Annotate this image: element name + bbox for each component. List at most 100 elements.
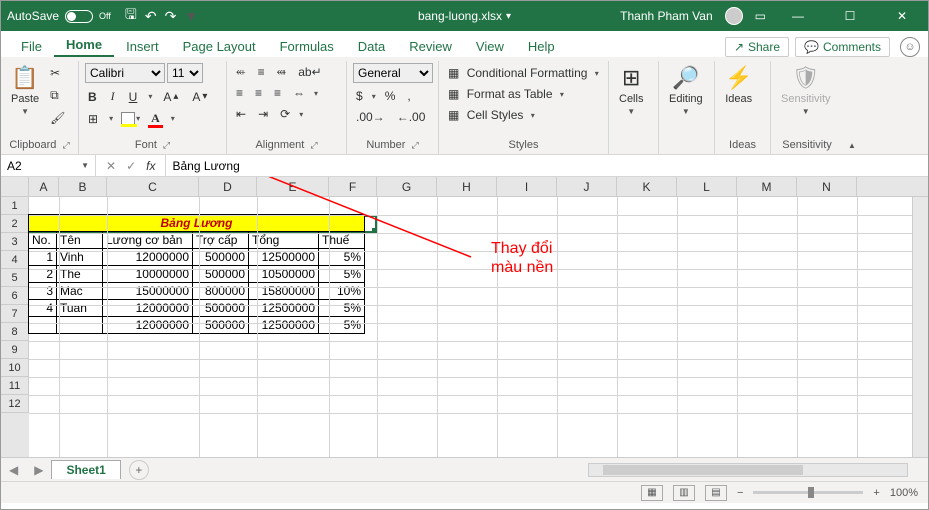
name-box[interactable]: A2▼ [1, 155, 96, 176]
percent-icon[interactable]: % [382, 88, 399, 104]
close-icon[interactable]: ✕ [882, 9, 922, 23]
wrap-text-icon[interactable]: ab↵ [295, 64, 324, 80]
bold-button[interactable]: B [85, 89, 100, 105]
tab-page-layout[interactable]: Page Layout [171, 35, 268, 57]
row-header[interactable]: 11 [1, 377, 29, 395]
col-header[interactable]: K [617, 177, 677, 196]
launcher-icon[interactable]: ⤢ [62, 140, 69, 151]
format-painter-icon[interactable]: 🖌 [47, 110, 68, 126]
tab-help[interactable]: Help [516, 35, 567, 57]
fill-color-button[interactable]: ▾ [121, 112, 140, 126]
tab-file[interactable]: File [9, 35, 54, 57]
align-left-icon[interactable]: ≡ [233, 85, 246, 101]
col-header[interactable]: B [59, 177, 107, 196]
row-header[interactable]: 6 [1, 287, 29, 305]
sheet-nav-prev-icon[interactable]: ◀ [1, 463, 26, 477]
col-header[interactable]: N [797, 177, 857, 196]
col-header[interactable]: I [497, 177, 557, 196]
launcher-icon[interactable]: ⤢ [163, 140, 170, 151]
zoom-in-icon[interactable]: + [873, 487, 879, 499]
collapse-ribbon-icon[interactable]: ▲ [848, 141, 856, 150]
launcher-icon[interactable]: ⤢ [310, 140, 317, 151]
col-header[interactable]: M [737, 177, 797, 196]
tab-formulas[interactable]: Formulas [268, 35, 346, 57]
align-bottom-icon[interactable]: ⬵ [274, 63, 290, 80]
select-all-corner[interactable] [1, 177, 29, 196]
comma-icon[interactable]: , [404, 88, 413, 104]
cell-styles-button[interactable]: ▦ Cell Styles ▾ [445, 107, 602, 123]
sheet-tab[interactable]: Sheet1 [51, 460, 120, 479]
row-header[interactable]: 9 [1, 341, 29, 359]
ribbon-display-icon[interactable]: ▭ [755, 9, 766, 23]
col-header[interactable]: L [677, 177, 737, 196]
horizontal-scrollbar[interactable] [588, 463, 908, 477]
decrease-indent-icon[interactable]: ⇤ [233, 106, 249, 122]
number-format-select[interactable]: General [353, 63, 433, 83]
sheet-nav-next-icon[interactable]: ▶ [26, 463, 51, 477]
save-icon[interactable]: 🖫 [125, 4, 137, 28]
zoom-slider[interactable] [753, 491, 863, 494]
tab-home[interactable]: Home [54, 33, 114, 57]
worksheet-grid[interactable]: ABCDEFGHIJKLMN 123456789101112 Bảng Lươn… [1, 177, 928, 457]
cancel-icon[interactable]: ✕ [106, 159, 116, 173]
tab-data[interactable]: Data [346, 35, 397, 57]
page-layout-view-icon[interactable]: ▥ [673, 485, 695, 501]
tab-review[interactable]: Review [397, 35, 464, 57]
col-header[interactable]: F [329, 177, 377, 196]
fx-icon[interactable]: fx [146, 159, 155, 173]
page-break-view-icon[interactable]: ▤ [705, 485, 727, 501]
col-header[interactable]: C [107, 177, 199, 196]
borders-button[interactable]: ⊞ [85, 111, 101, 127]
undo-icon[interactable]: ↶ [145, 8, 157, 25]
zoom-out-icon[interactable]: − [737, 487, 743, 499]
font-color-button[interactable]: A [148, 110, 163, 127]
cut-icon[interactable]: ✂ [47, 65, 68, 81]
enter-icon[interactable]: ✓ [126, 159, 136, 173]
merge-center-icon[interactable]: ⇔ [290, 85, 308, 101]
col-header[interactable]: D [199, 177, 257, 196]
col-header[interactable]: H [437, 177, 497, 196]
align-top-icon[interactable]: ⬴ [233, 63, 249, 80]
vertical-scrollbar[interactable] [912, 197, 928, 457]
editing-button[interactable]: 🔎Editing▼ [665, 63, 707, 118]
font-name-select[interactable]: Calibri [85, 63, 165, 83]
autosave-toggle[interactable]: AutoSave Off [7, 9, 111, 23]
normal-view-icon[interactable]: ▦ [641, 485, 663, 501]
feedback-icon[interactable]: ☺ [900, 37, 920, 57]
accounting-icon[interactable]: $ [353, 88, 366, 104]
col-header[interactable]: G [377, 177, 437, 196]
col-header[interactable]: E [257, 177, 329, 196]
row-header[interactable]: 8 [1, 323, 29, 341]
launcher-icon[interactable]: ⤢ [411, 140, 418, 151]
row-header[interactable]: 5 [1, 269, 29, 287]
col-header[interactable]: A [29, 177, 59, 196]
italic-button[interactable]: I [108, 88, 118, 105]
add-sheet-button[interactable]: + [129, 460, 149, 480]
increase-decimal-icon[interactable]: .00→ [353, 109, 388, 125]
zoom-level[interactable]: 100% [890, 487, 918, 499]
share-button[interactable]: ↗Share [725, 37, 789, 57]
decrease-font-icon[interactable]: A▾ [189, 89, 210, 105]
qat-dropdown-icon[interactable]: ▼ [184, 8, 198, 24]
conditional-formatting-button[interactable]: ▦ Conditional Formatting ▾ [445, 65, 602, 81]
font-size-select[interactable]: 11 [167, 63, 203, 83]
decrease-decimal-icon[interactable]: ←.00 [394, 109, 429, 125]
align-center-icon[interactable]: ≡ [252, 85, 265, 101]
row-header[interactable]: 7 [1, 305, 29, 323]
cells-button[interactable]: ⊞Cells▼ [615, 63, 647, 118]
col-header[interactable]: J [557, 177, 617, 196]
increase-font-icon[interactable]: A▴ [160, 89, 181, 105]
formula-input[interactable]: Bảng Lương [166, 155, 928, 176]
row-header[interactable]: 10 [1, 359, 29, 377]
tab-insert[interactable]: Insert [114, 35, 171, 57]
redo-icon[interactable]: ↷ [165, 8, 177, 25]
align-right-icon[interactable]: ≡ [271, 85, 284, 101]
orientation-icon[interactable]: ⟳ [277, 106, 293, 122]
align-middle-icon[interactable]: ≡ [255, 64, 268, 80]
user-avatar-icon[interactable] [725, 7, 743, 25]
underline-button[interactable]: U [126, 89, 141, 105]
tab-view[interactable]: View [464, 35, 516, 57]
row-header[interactable]: 1 [1, 197, 29, 215]
row-header[interactable]: 3 [1, 233, 29, 251]
row-header[interactable]: 2 [1, 215, 29, 233]
